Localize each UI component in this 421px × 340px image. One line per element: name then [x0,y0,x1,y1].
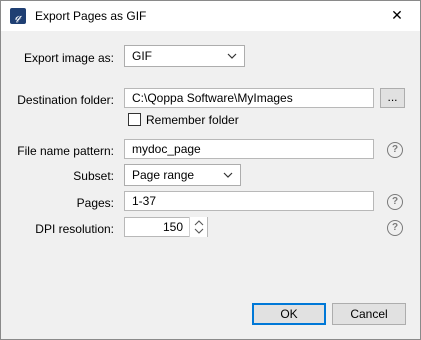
subset-select[interactable]: Page range [124,164,241,186]
remember-folder-label: Remember folder [146,113,239,127]
help-icon[interactable]: ? [387,220,403,236]
help-icon[interactable]: ? [387,142,403,158]
chevron-down-icon [223,172,233,178]
chevron-up-icon [194,220,204,226]
export-as-label: Export image as: [23,51,114,65]
dpi-spinner[interactable]: 150 [124,217,208,237]
dpi-label: DPI resolution: [35,222,114,236]
pages-field[interactable]: 1-37 [124,191,374,211]
pages-label: Pages: [76,196,114,210]
cancel-button[interactable]: Cancel [332,303,406,325]
chevron-down-icon [194,228,204,234]
export-dialog: 𝓆 Export Pages as GIF ✕ Export image as:… [0,0,421,340]
file-name-label: File name pattern: [17,144,114,158]
close-button[interactable]: ✕ [374,1,420,31]
destination-label: Destination folder: [17,93,114,107]
remember-folder-checkbox[interactable] [128,113,141,126]
title-bar: 𝓆 Export Pages as GIF ✕ [1,1,420,31]
destination-field[interactable]: C:\Qoppa Software\MyImages [124,88,374,108]
browse-button[interactable]: ... [380,88,405,108]
subset-value: Page range [132,168,195,182]
app-icon: 𝓆 [10,8,26,24]
export-format-select[interactable]: GIF [124,45,245,67]
export-format-value: GIF [132,49,152,63]
dpi-stepper[interactable] [189,217,207,237]
close-icon: ✕ [391,8,403,24]
subset-label: Subset: [73,169,114,183]
window-title: Export Pages as GIF [35,9,147,23]
help-icon[interactable]: ? [387,194,403,210]
dpi-value: 150 [162,220,183,234]
ok-button[interactable]: OK [252,303,326,325]
chevron-down-icon [227,53,237,59]
file-name-field[interactable]: mydoc_page [124,139,374,159]
